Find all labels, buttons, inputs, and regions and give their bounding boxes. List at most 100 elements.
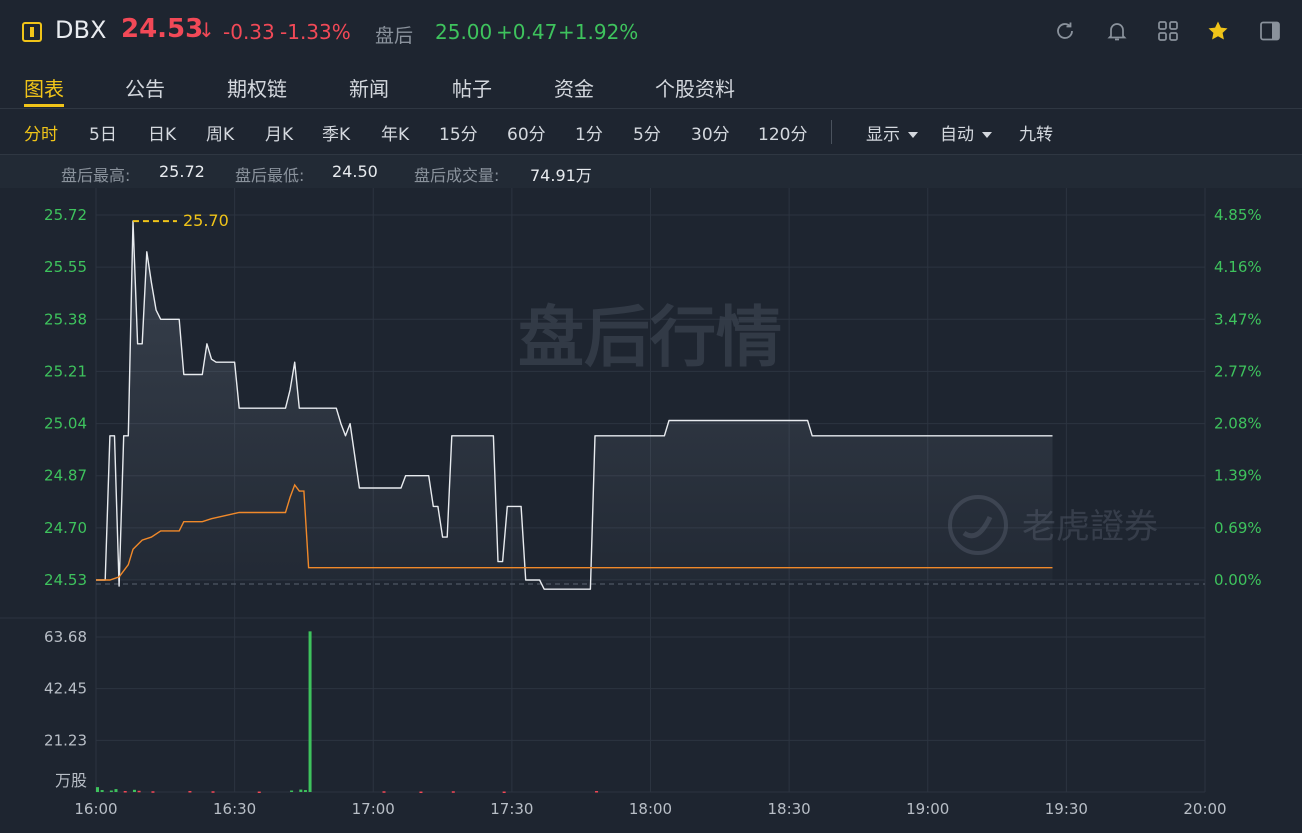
volume-bar <box>303 790 307 792</box>
x-tick-label: 18:00 <box>629 800 672 818</box>
period-5day[interactable]: 5日 <box>89 120 117 145</box>
period-120min[interactable]: 120分 <box>758 120 807 145</box>
tab-announcements[interactable]: 公告 <box>125 73 165 102</box>
volume-bar <box>290 790 294 793</box>
ah-high-value: 25.72 <box>159 162 205 181</box>
period-weekly[interactable]: 周K <box>206 120 234 145</box>
volume-bar <box>151 791 155 793</box>
volume-bar <box>299 789 303 792</box>
toolbar-divider <box>831 120 832 144</box>
after-hours-stats: 盘后最高: 25.72 盘后最低: 24.50 盘后成交量: 74.91万 <box>0 155 1302 188</box>
max-marker-label: 25.70 <box>183 211 229 230</box>
y-tick-label-right: 0.69% <box>1214 519 1262 537</box>
x-tick-label: 18:30 <box>768 800 811 818</box>
volume-bar <box>451 791 455 793</box>
price-chart[interactable]: 盘后行情 老虎證券 25.70 16:00 16:30 17:00 17:30 18:0… <box>0 188 1302 833</box>
star-icon[interactable] <box>1206 19 1230 43</box>
y-tick-label-right: 2.08% <box>1214 415 1262 433</box>
volume-bar <box>137 790 141 793</box>
auto-dropdown-label: 自动 <box>940 125 974 145</box>
volume-bar <box>502 791 506 794</box>
ah-low-label: 盘后最低: <box>235 166 305 185</box>
display-dropdown[interactable]: 显示 <box>866 120 918 145</box>
active-tab-indicator <box>24 104 64 107</box>
tab-capital[interactable]: 资金 <box>554 73 594 102</box>
period-60min[interactable]: 60分 <box>507 120 546 145</box>
volume-bar <box>132 789 136 792</box>
volume-bar <box>114 789 118 792</box>
x-tick-label: 17:00 <box>352 800 395 818</box>
period-15min[interactable]: 15分 <box>439 120 478 145</box>
period-monthly[interactable]: 月K <box>265 120 293 145</box>
after-hours-change: +0.47 <box>496 20 558 44</box>
period-intraday[interactable]: 分时 <box>24 120 58 145</box>
main-tabs: 图表 公告 期权链 新闻 帖子 资金 个股资料 <box>0 64 1302 109</box>
grid-icon[interactable] <box>1156 19 1180 43</box>
ah-low-value: 24.50 <box>332 162 378 181</box>
y-tick-label-left: 25.38 <box>44 310 87 328</box>
ah-high-label: 盘后最高: <box>61 166 131 185</box>
volume-bar <box>419 791 423 794</box>
tab-options-chain[interactable]: 期权链 <box>227 73 287 102</box>
nine-turn-toggle[interactable]: 九转 <box>1019 120 1053 145</box>
y-tick-label-right: 4.16% <box>1214 258 1262 276</box>
volume-tick-label: 42.45 <box>44 680 87 698</box>
last-price: 24.53 <box>121 14 204 44</box>
after-hours-change-percent: +1.92% <box>558 20 639 44</box>
y-tick-label-right: 2.77% <box>1214 362 1262 380</box>
auto-dropdown[interactable]: 自动 <box>940 120 992 145</box>
y-tick-label-left: 25.21 <box>44 362 87 380</box>
volume-bar <box>382 791 386 793</box>
volume-bar <box>123 791 127 793</box>
ah-volume-label: 盘后成交量: <box>414 166 500 185</box>
volume-bar <box>595 791 599 793</box>
period-1min[interactable]: 1分 <box>575 120 603 145</box>
period-30min[interactable]: 30分 <box>691 120 730 145</box>
ah-volume-value: 74.91万 <box>530 166 592 185</box>
after-hours-label: 盘后 <box>375 25 414 47</box>
after-hours-price: 25.00 <box>435 20 493 44</box>
y-tick-label-left: 24.53 <box>44 571 87 589</box>
y-tick-label-left: 25.04 <box>44 415 87 433</box>
volume-tick-label: 21.23 <box>44 731 87 749</box>
y-tick-label-left: 25.55 <box>44 258 87 276</box>
panel-toggle-icon[interactable] <box>1258 19 1282 43</box>
price-change: -0.33 <box>223 20 275 44</box>
tab-profile[interactable]: 个股资料 <box>655 73 735 102</box>
y-tick-label-left: 25.72 <box>44 206 87 224</box>
y-tick-label-right: 0.00% <box>1214 571 1262 589</box>
quote-header: DBX 24.53 ↓ -0.33 -1.33% 盘后 25.00 +0.47 … <box>0 0 1302 64</box>
down-arrow-icon: ↓ <box>198 18 215 42</box>
period-toolbar: 分时 5日 日K 周K 月K 季K 年K 15分 60分 1分 5分 30分 1… <box>0 108 1302 155</box>
ticker-symbol: DBX <box>55 16 107 44</box>
y-tick-label-right: 1.39% <box>1214 467 1262 485</box>
period-quarterly[interactable]: 季K <box>322 120 350 145</box>
x-tick-label: 19:00 <box>906 800 949 818</box>
chevron-down-icon <box>908 132 918 138</box>
period-5min[interactable]: 5分 <box>633 120 661 145</box>
refresh-icon[interactable] <box>1053 19 1077 43</box>
y-tick-label-left: 24.87 <box>44 467 87 485</box>
market-status-icon <box>22 22 42 42</box>
volume-tick-label: 63.68 <box>44 628 87 646</box>
x-tick-label: 16:30 <box>213 800 256 818</box>
y-tick-label-right: 3.47% <box>1214 310 1262 328</box>
tab-news[interactable]: 新闻 <box>349 73 389 102</box>
period-daily[interactable]: 日K <box>148 120 176 145</box>
tab-chart[interactable]: 图表 <box>24 73 64 102</box>
y-tick-label-left: 24.70 <box>44 519 87 537</box>
price-change-percent: -1.33% <box>280 20 351 44</box>
x-tick-label: 19:30 <box>1045 800 1088 818</box>
volume-bar <box>308 631 312 792</box>
period-yearly[interactable]: 年K <box>381 120 409 145</box>
volume-bars <box>96 631 599 794</box>
volume-bar <box>188 791 192 793</box>
volume-bar <box>109 790 113 793</box>
chart-watermark: 盘后行情 <box>518 299 782 376</box>
tab-posts[interactable]: 帖子 <box>452 73 492 102</box>
x-tick-label: 16:00 <box>74 800 117 818</box>
bell-icon[interactable] <box>1105 19 1129 43</box>
volume-bar <box>96 787 99 792</box>
volume-bar <box>257 791 261 794</box>
x-tick-label: 17:30 <box>490 800 533 818</box>
